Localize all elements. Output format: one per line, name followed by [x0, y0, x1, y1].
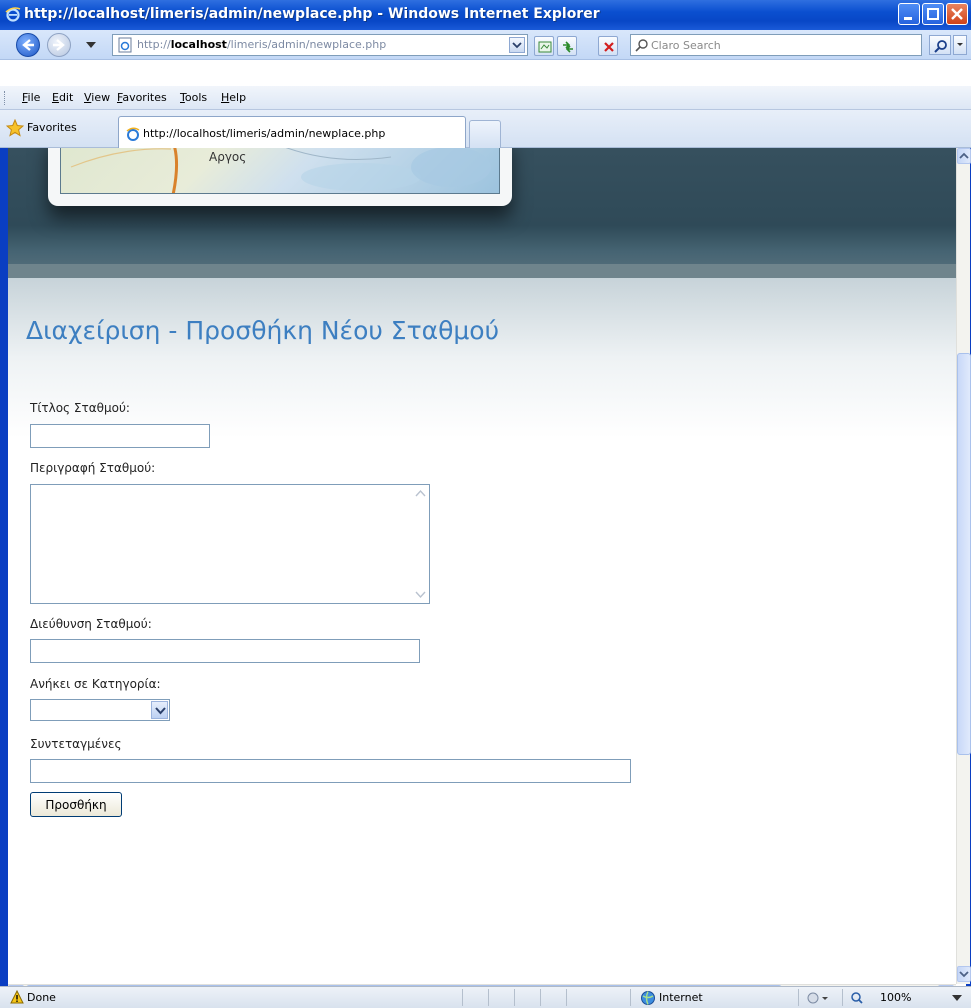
main-content: Διαχείριση - Προσθήκη Νέου Σταθμού Τίτλο…	[8, 278, 956, 984]
back-button[interactable]	[16, 33, 40, 57]
stop-icon	[604, 42, 614, 52]
title-label: Τίτλος Σταθμού:	[30, 401, 130, 415]
page-title: Διαχείριση - Προσθήκη Νέου Σταθμού	[26, 316, 500, 345]
recent-pages-dropdown-icon[interactable]	[86, 42, 96, 48]
minimize-button[interactable]	[898, 3, 920, 25]
coordinates-input[interactable]	[30, 759, 631, 783]
search-button[interactable]	[929, 35, 951, 55]
status-divider	[462, 989, 463, 1006]
scroll-up-button[interactable]	[957, 148, 971, 164]
chevron-down-icon	[512, 42, 522, 49]
status-divider	[630, 989, 631, 1006]
scroll-up-icon[interactable]	[413, 486, 428, 501]
status-divider	[842, 989, 843, 1006]
refresh-icon	[563, 41, 573, 53]
close-button[interactable]	[946, 3, 968, 25]
close-icon	[951, 8, 963, 20]
maximize-button[interactable]	[922, 3, 944, 25]
zoom-icon[interactable]	[850, 991, 872, 1005]
ie-page-icon	[126, 127, 140, 141]
search-options-button[interactable]	[953, 35, 967, 55]
category-select[interactable]	[30, 699, 170, 721]
map-roads-graphic	[70, 148, 491, 193]
chevron-up-icon	[959, 152, 969, 159]
status-bar: Done Internet 100%	[0, 986, 971, 1008]
add-station-button[interactable]: Προσθήκη	[30, 792, 122, 817]
toolbar-grip[interactable]	[4, 91, 7, 105]
new-tab-button[interactable]	[469, 120, 501, 148]
protected-mode-icon[interactable]	[806, 991, 828, 1005]
tab-title: http://localhost/limeris/admin/newplace.…	[143, 127, 386, 140]
security-zone-label: Internet	[659, 991, 703, 1004]
scroll-down-icon[interactable]	[413, 587, 428, 602]
arrow-right-icon	[53, 39, 65, 51]
address-toolbar: http://localhost/limeris/admin/newplace.…	[0, 30, 971, 60]
favorites-star-icon[interactable]	[6, 119, 24, 137]
site-header-banner: Αργος	[8, 148, 956, 278]
category-dropdown-button[interactable]	[151, 701, 168, 719]
category-label: Ανήκει σε Κατηγορία:	[30, 677, 161, 691]
arrow-left-icon	[22, 39, 34, 51]
refresh-button[interactable]	[557, 36, 577, 56]
chevron-down-icon	[959, 971, 969, 978]
stop-button[interactable]	[598, 36, 618, 56]
menu-tools[interactable]: Tools	[180, 91, 207, 104]
status-divider	[566, 989, 567, 1006]
header-band	[8, 264, 956, 278]
title-input[interactable]	[30, 424, 210, 448]
url-field[interactable]: http://localhost/limeris/admin/newplace.…	[112, 34, 528, 56]
status-divider	[798, 989, 799, 1006]
favorites-button[interactable]: Favorites	[27, 121, 77, 134]
address-input[interactable]	[30, 639, 420, 663]
url-text: http://localhost/limeris/admin/newplace.…	[137, 38, 387, 51]
menu-edit[interactable]: Edit	[52, 91, 73, 104]
chevron-down-icon	[155, 707, 166, 715]
description-label: Περιγραφή Σταθμού:	[30, 461, 156, 475]
favorites-bar: Favorites http://localhost/limeris/admin…	[0, 110, 971, 148]
status-text: Done	[27, 991, 56, 1004]
window-frame-left	[0, 148, 8, 1008]
compatibility-icon	[538, 41, 552, 53]
textarea-scrollbar[interactable]	[412, 485, 429, 603]
page-vertical-scrollbar[interactable]	[956, 148, 971, 984]
chevron-down-small-icon	[957, 43, 963, 46]
menu-bar: File Edit View Favorites Tools Help	[0, 86, 971, 110]
menu-view[interactable]: View	[84, 91, 110, 104]
address-label: Διεύθυνση Σταθμού:	[30, 617, 152, 631]
page-viewport: Αργος Διαχείριση - Προσθήκη Νέου Σταθμού…	[8, 148, 956, 984]
ie-logo-icon	[5, 7, 21, 22]
header-map-image: Αργος	[60, 148, 500, 194]
tab-current[interactable]: http://localhost/limeris/admin/newplace.…	[118, 116, 466, 148]
internet-globe-icon	[641, 991, 655, 1005]
status-divider	[514, 989, 515, 1006]
coordinates-label: Συντεταγμένες	[30, 737, 122, 751]
warning-icon[interactable]	[10, 990, 24, 1004]
window-title-bar[interactable]: http://localhost/limeris/admin/newplace.…	[0, 0, 971, 30]
magnifier-icon	[934, 40, 947, 53]
page-icon	[118, 37, 132, 53]
zoom-level[interactable]: 100%	[880, 991, 911, 1004]
map-city-label: Αργος	[209, 150, 247, 164]
status-divider	[488, 989, 489, 1006]
search-field[interactable]: Claro Search	[630, 34, 922, 56]
menu-help[interactable]: Help	[221, 91, 246, 104]
url-dropdown-button[interactable]	[509, 37, 525, 53]
minimize-icon	[904, 17, 912, 20]
zoom-dropdown-icon[interactable]	[952, 995, 962, 1001]
compatibility-view-button[interactable]	[534, 36, 554, 56]
forward-button[interactable]	[47, 33, 71, 57]
description-textarea[interactable]	[30, 484, 430, 604]
menu-file[interactable]: File	[22, 91, 40, 104]
status-divider	[540, 989, 541, 1006]
window-title: http://localhost/limeris/admin/newplace.…	[24, 6, 600, 22]
scroll-down-button[interactable]	[957, 966, 971, 982]
maximize-icon	[927, 8, 939, 20]
vertical-scroll-thumb[interactable]	[957, 353, 971, 755]
search-placeholder: Claro Search	[651, 39, 721, 52]
header-map-card: Αργος	[48, 148, 512, 206]
menu-favorites[interactable]: Favorites	[117, 91, 167, 104]
search-icon	[635, 39, 648, 52]
